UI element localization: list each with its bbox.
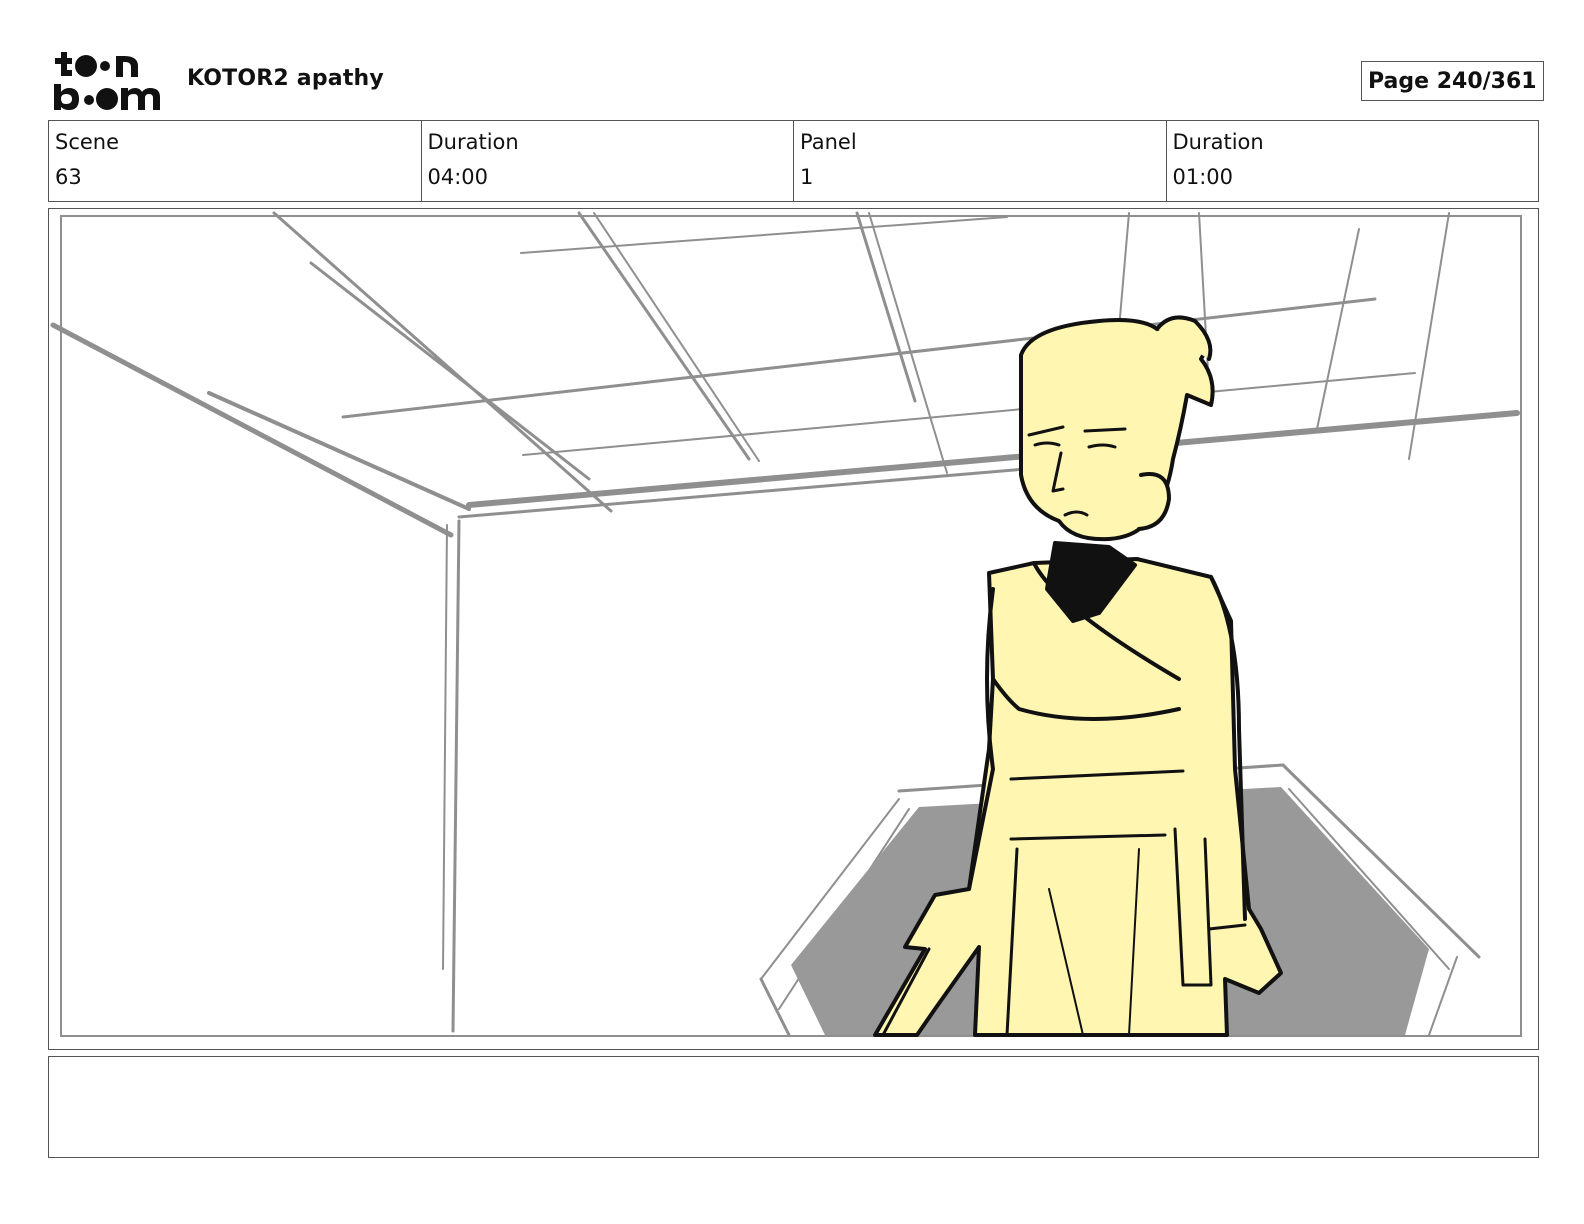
toon-boom-logo: toon boom bbox=[52, 50, 164, 112]
panel-duration-label: Duration bbox=[1172, 130, 1264, 154]
logo-text: toon boom bbox=[164, 50, 165, 51]
page-counter: Page 240/361 bbox=[1361, 61, 1544, 101]
project-title: KOTOR2 apathy bbox=[187, 66, 384, 91]
logo-mark-icon bbox=[54, 52, 160, 110]
panel-label: Panel bbox=[800, 130, 857, 154]
caption-box bbox=[48, 1056, 1539, 1158]
storyboard-panel bbox=[48, 208, 1539, 1050]
panel-duration-value: 01:00 bbox=[1172, 165, 1234, 189]
scene-duration-value: 04:00 bbox=[427, 165, 489, 189]
panel-cell: Panel 1 bbox=[794, 121, 1167, 201]
panel-value: 1 bbox=[800, 165, 814, 189]
storyboard-drawing bbox=[50, 211, 1522, 1037]
scene-duration-label: Duration bbox=[427, 130, 519, 154]
scene-duration-cell: Duration 04:00 bbox=[422, 121, 794, 201]
scene-cell: Scene 63 bbox=[49, 121, 422, 201]
character-figure bbox=[873, 315, 1283, 1037]
panel-duration-cell: Duration 01:00 bbox=[1167, 121, 1539, 201]
scene-value: 63 bbox=[55, 165, 82, 189]
scene-info-table: Scene 63 Duration 04:00 Panel 1 Duration… bbox=[48, 120, 1539, 202]
scene-label: Scene bbox=[55, 130, 120, 154]
